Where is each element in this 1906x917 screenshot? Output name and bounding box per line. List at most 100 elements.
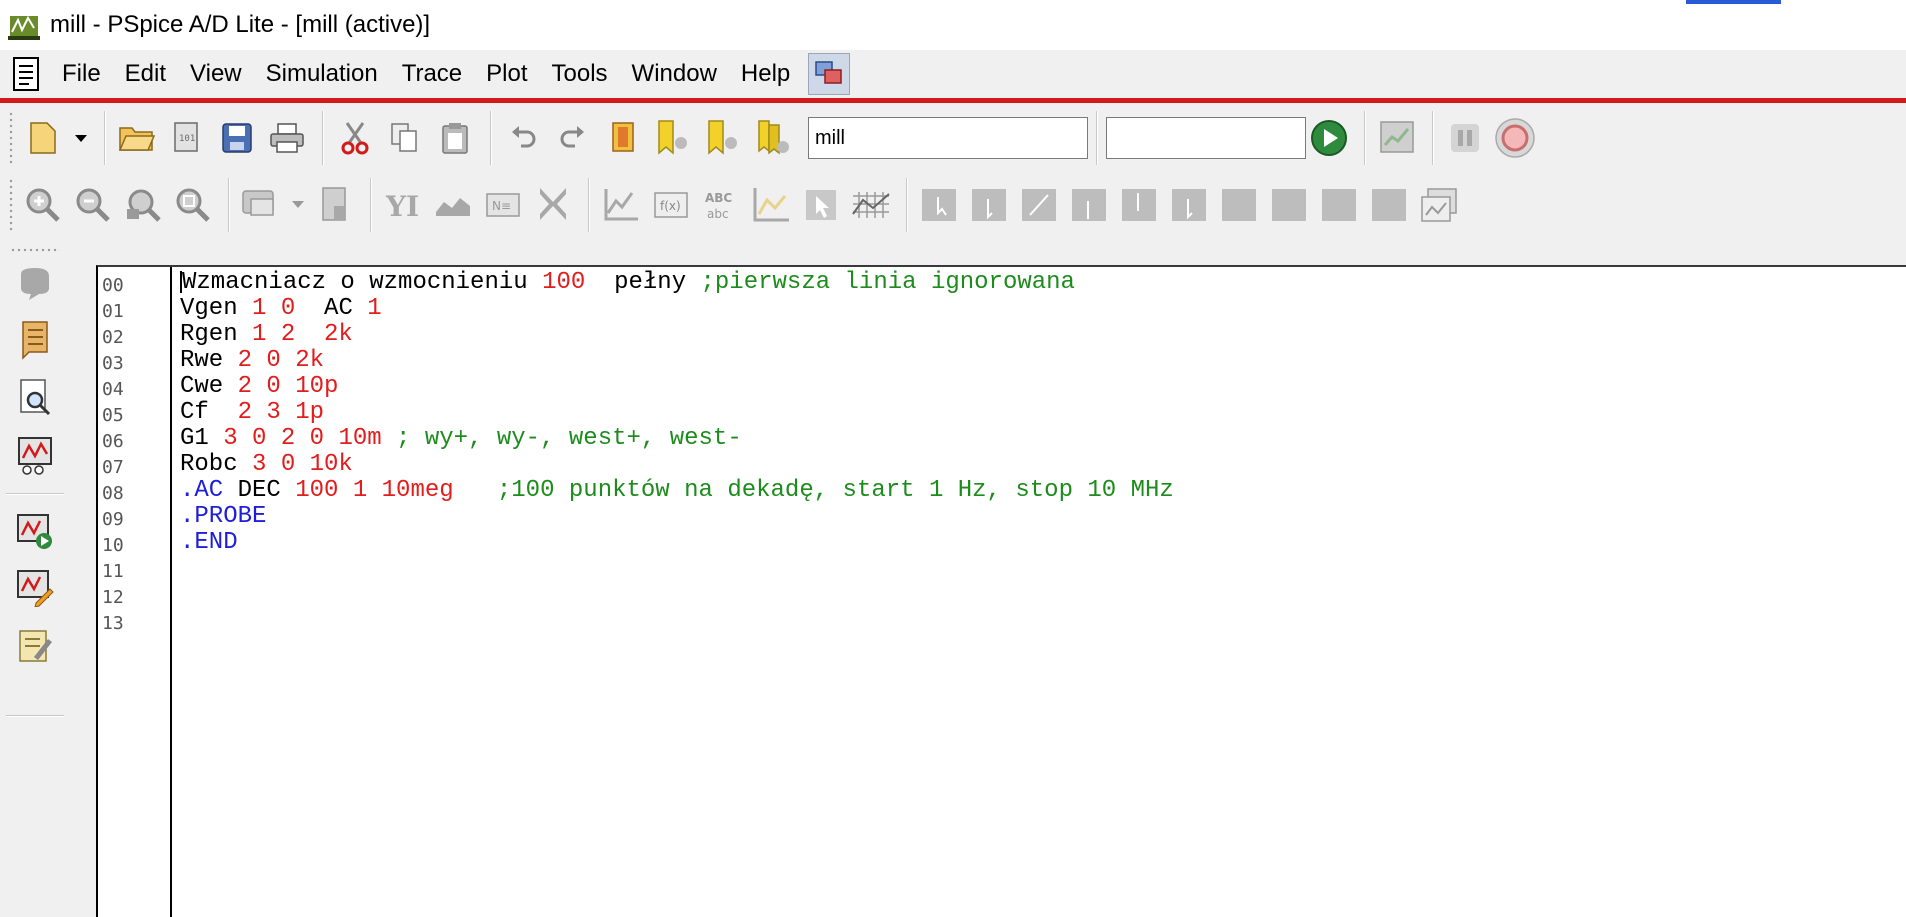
view-waveform-button[interactable] (1374, 112, 1420, 164)
toolbar-separator (1432, 111, 1434, 165)
view-waveform-icon (1380, 121, 1414, 153)
log-x-button[interactable] (238, 179, 284, 231)
cursor-prev-transition-button[interactable] (1316, 179, 1362, 231)
waveform-view-button[interactable] (12, 433, 58, 479)
print-icon (270, 123, 304, 153)
code-token: G1 (180, 425, 224, 452)
save-button[interactable] (214, 112, 260, 164)
code-line: Rwe 2 0 2k (180, 348, 1906, 374)
toolbar-separator (104, 111, 106, 165)
cursor-point-button[interactable] (1166, 179, 1212, 231)
bookmark-next-button[interactable] (700, 112, 746, 164)
plot-label-icon: ABC abc (705, 191, 732, 221)
new-file-button[interactable] (20, 112, 66, 164)
code-line: .PROBE (180, 504, 1906, 530)
code-area[interactable]: Wzmacniacz o wzmocnieniu 100 pełny ;pier… (174, 267, 1906, 634)
simulation-status-button[interactable] (12, 261, 58, 307)
zoom-out-button[interactable] (70, 179, 116, 231)
grid-icon (852, 192, 890, 218)
mark-data-points-icon (753, 188, 789, 222)
axis-settings-button[interactable] (598, 179, 644, 231)
menu-simulation[interactable]: Simulation (254, 52, 390, 96)
code-token: DEC (223, 477, 296, 504)
undo-button[interactable] (500, 112, 546, 164)
cursor-window-icon (1421, 188, 1457, 222)
stop-button[interactable] (1492, 112, 1538, 164)
line-number: 12 (102, 587, 124, 608)
menu-window[interactable]: Window (620, 52, 729, 96)
run-simulation-button[interactable] (12, 509, 58, 555)
code-line: Wzmacniacz o wzmocnieniu 100 pełny ;pier… (180, 270, 1906, 296)
fourier-button[interactable] (312, 179, 358, 231)
pause-button[interactable] (1442, 112, 1488, 164)
cursor-max-button[interactable] (1116, 179, 1162, 231)
edit-profile-button[interactable] (12, 565, 58, 611)
plot-label-button[interactable]: ABC abc (698, 179, 744, 231)
menu-plot[interactable]: Plot (474, 52, 539, 96)
delete-trace-button[interactable] (530, 179, 576, 231)
cursor-peak-button[interactable] (916, 179, 962, 231)
edit-stimulus-button[interactable] (12, 623, 58, 669)
zoom-in-button[interactable] (20, 179, 66, 231)
cursor-trough-button[interactable] (966, 179, 1012, 231)
print-button[interactable] (264, 112, 310, 164)
copy-icon (391, 123, 417, 152)
toolbar-gripper[interactable] (8, 111, 14, 165)
svg-text:YI: YI (385, 190, 419, 222)
bookmark-button[interactable] (600, 112, 646, 164)
redo-button[interactable] (550, 112, 596, 164)
add-trace-button[interactable] (430, 179, 476, 231)
edit-profile-icon (17, 570, 54, 607)
secondary-combo[interactable] (1106, 117, 1306, 159)
eval-goal-button[interactable]: N≡ (480, 179, 526, 231)
new-file-dropdown[interactable] (70, 112, 92, 164)
cursor-search-button[interactable] (1216, 179, 1262, 231)
find-in-output-button[interactable] (12, 375, 58, 421)
line-number: 06 (102, 431, 124, 452)
zoom-fit-button[interactable] (170, 179, 216, 231)
new-project-button[interactable]: 101 (164, 112, 210, 164)
cursor-max-icon (1122, 189, 1156, 221)
line-number: 09 (102, 509, 124, 530)
code-token: Robc (180, 451, 253, 478)
cursor-slope-button[interactable] (1016, 179, 1062, 231)
log-x-dropdown[interactable] (288, 179, 308, 231)
line-number: 13 (102, 613, 124, 634)
open-button[interactable] (114, 112, 160, 164)
tile-windows-button[interactable] (808, 53, 851, 95)
bookmark-clear-icon (758, 120, 789, 155)
bookmark-prev-button[interactable] (650, 112, 696, 164)
copy-button[interactable] (382, 112, 428, 164)
grid-button[interactable] (848, 179, 894, 231)
menu-file[interactable]: File (50, 52, 113, 96)
cut-button[interactable] (332, 112, 378, 164)
mark-label-button[interactable] (1366, 179, 1412, 231)
circuit-file-editor[interactable]: 00 01 02 03 04 05 06 07 08 09 10 11 12 13 Wzmacniacz … (96, 265, 1906, 917)
menu-tools[interactable]: Tools (540, 52, 620, 96)
mark-data-points-button[interactable] (748, 179, 794, 231)
left-toolbar-gripper[interactable] (10, 247, 60, 253)
output-file-icon (22, 321, 48, 360)
plot-function-button[interactable]: f(x) (648, 179, 694, 231)
output-file-button[interactable] (12, 317, 58, 363)
cursor-next-transition-button[interactable] (1266, 179, 1312, 231)
run-button[interactable] (1306, 112, 1352, 164)
toggle-cursor-window-button[interactable] (1416, 179, 1462, 231)
paste-button[interactable] (432, 112, 478, 164)
menu-help[interactable]: Help (729, 52, 802, 96)
zoom-area-button[interactable] (120, 179, 166, 231)
menu-trace[interactable]: Trace (390, 52, 474, 96)
menu-edit[interactable]: Edit (113, 52, 178, 96)
bookmark-clear-button[interactable] (750, 112, 796, 164)
cursor-slope-icon (1022, 189, 1056, 221)
toolbar-gripper[interactable] (8, 178, 14, 232)
toolbar-separator (370, 178, 372, 232)
cursor-button[interactable] (798, 179, 844, 231)
document-system-menu-icon[interactable] (12, 56, 40, 92)
simulation-profile-combo[interactable]: mill (808, 117, 1088, 159)
performance-button[interactable]: YI (380, 179, 426, 231)
menu-view[interactable]: View (178, 52, 254, 96)
code-token: .AC (180, 477, 224, 504)
cursor-min-button[interactable] (1066, 179, 1112, 231)
